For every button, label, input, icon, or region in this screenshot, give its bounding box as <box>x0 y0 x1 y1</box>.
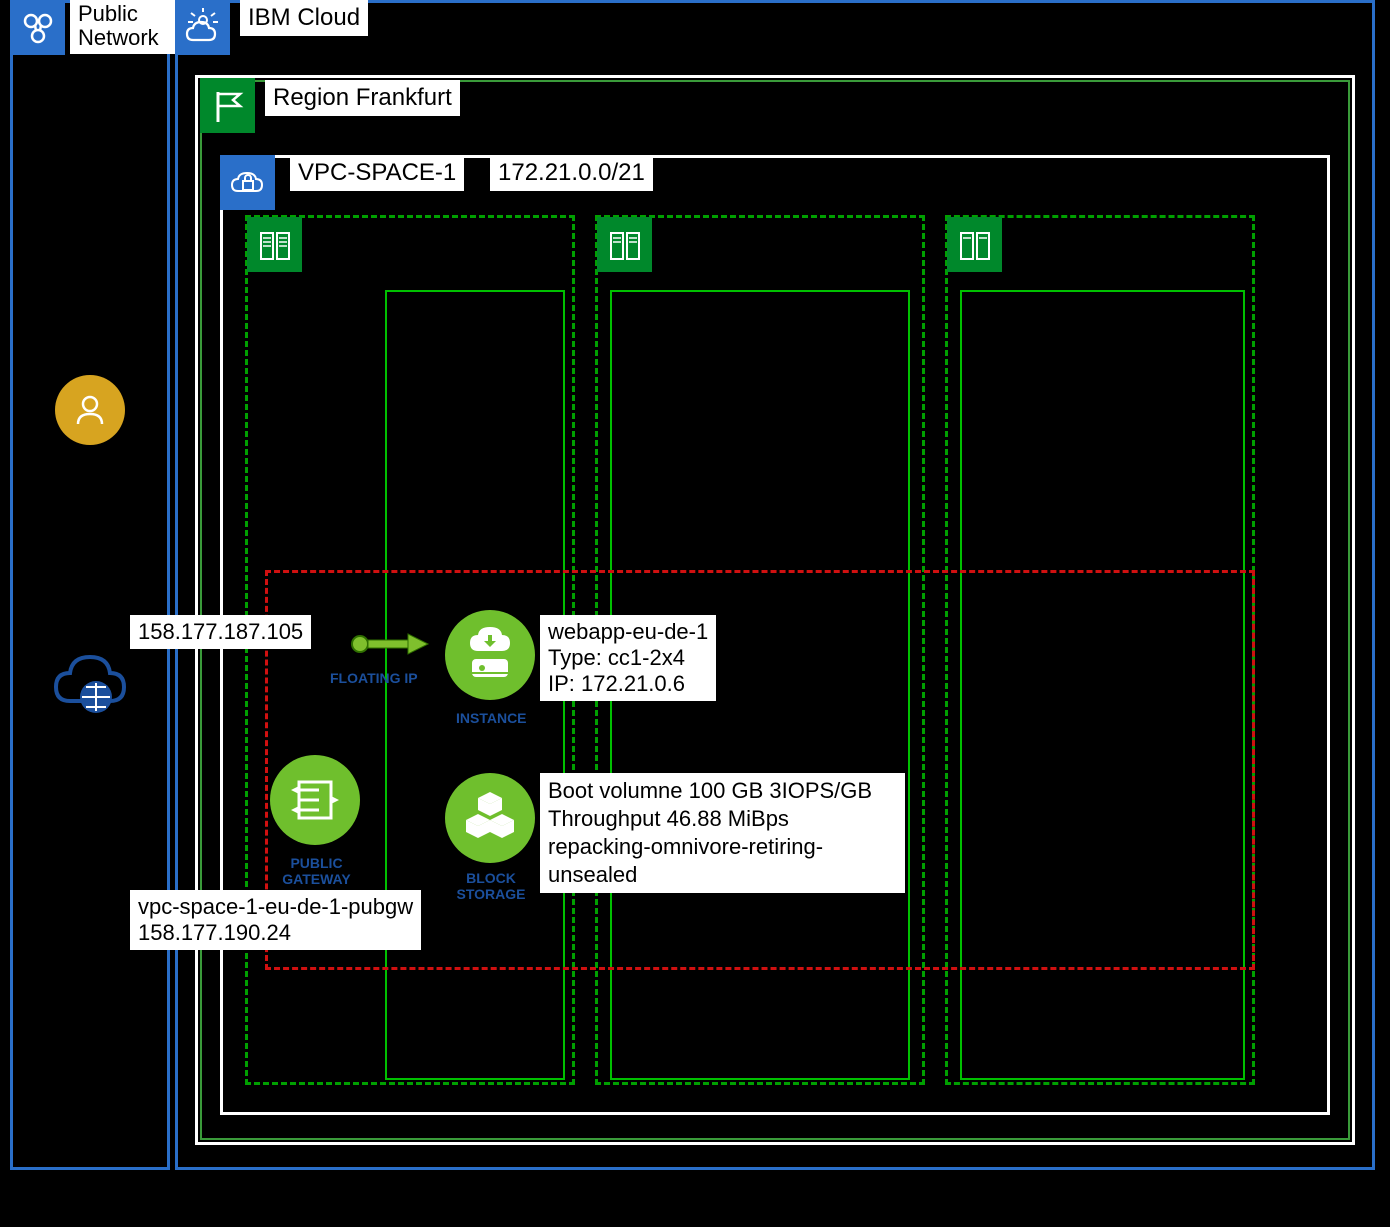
block-storage-info-label: Boot volumne 100 GB 3IOPS/GB Throughput … <box>540 773 905 893</box>
user-icon <box>55 375 125 445</box>
block-storage-line1: Boot volumne 100 GB 3IOPS/GB <box>548 777 897 805</box>
public-gateway-info-label: vpc-space-1-eu-de-1-pubgw 158.177.190.24 <box>130 890 421 950</box>
public-network-box <box>10 0 170 1170</box>
block-storage-line2: Throughput 46.88 MiBps <box>548 805 897 833</box>
public-gateway-name: vpc-space-1-eu-de-1-pubgw <box>138 894 413 920</box>
vpc-icon <box>220 155 275 210</box>
block-storage-caption: BLOCK STORAGE <box>456 870 526 902</box>
block-storage-icon <box>445 773 535 863</box>
flag-icon <box>200 78 255 133</box>
block-storage-line3: repacking-omnivore-retiring-unsealed <box>548 833 897 889</box>
floating-ip-caption: FLOATING IP <box>330 670 418 686</box>
internet-icon <box>48 645 128 725</box>
instance-name: webapp-eu-de-1 <box>548 619 708 645</box>
public-gateway-caption: PUBLIC GATEWAY <box>279 855 354 887</box>
instance-ip: IP: 172.21.0.6 <box>548 671 708 697</box>
instance-info-label: webapp-eu-de-1 Type: cc1-2x4 IP: 172.21.… <box>540 615 716 701</box>
datacenter-icon <box>247 217 302 272</box>
datacenter-icon <box>597 217 652 272</box>
floating-ip-address-label: 158.177.187.105 <box>130 615 311 649</box>
datacenter-icon <box>947 217 1002 272</box>
public-gateway-icon <box>270 755 360 845</box>
arrow-icon <box>350 632 430 656</box>
region-label: Region Frankfurt <box>265 80 460 116</box>
public-network-icon <box>10 0 65 55</box>
cloud-icon <box>175 0 230 55</box>
public-gateway-ip: 158.177.190.24 <box>138 920 413 946</box>
vpc-name-label: VPC-SPACE-1 <box>290 155 464 191</box>
ibm-cloud-label: IBM Cloud <box>240 0 368 36</box>
public-network-label: Public Network <box>70 0 180 54</box>
instance-caption: INSTANCE <box>456 710 527 726</box>
instance-type: Type: cc1-2x4 <box>548 645 708 671</box>
instance-icon <box>445 610 535 700</box>
vpc-cidr-label: 172.21.0.0/21 <box>490 155 653 191</box>
